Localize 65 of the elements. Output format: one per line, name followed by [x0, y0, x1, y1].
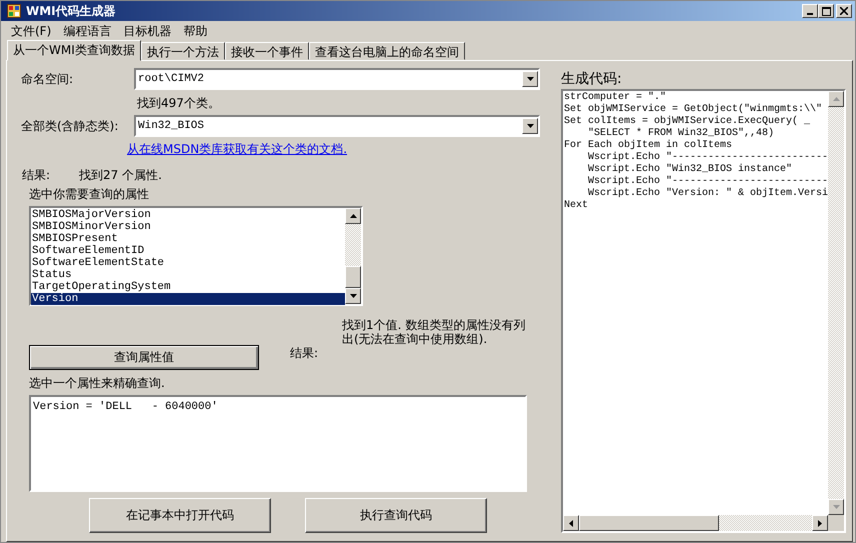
up-arrow-icon: [832, 97, 840, 101]
filter-input[interactable]: Version = 'DELL - 6040000': [29, 395, 527, 492]
scrollbar[interactable]: [345, 208, 361, 304]
namespace-dropdown[interactable]: root\CIMV2: [134, 68, 540, 90]
filter-label: 选中一个属性来精确查询.: [29, 376, 166, 390]
scrollbar[interactable]: [562, 515, 828, 531]
menu-item[interactable]: 目标机器: [117, 24, 178, 38]
scroll-thumb[interactable]: [345, 266, 361, 288]
close-button[interactable]: [836, 4, 852, 18]
code-line: Wscript.Echo "Version: " & objItem.Versi: [587, 188, 828, 200]
tab[interactable]: 从一个WMI类查询数据: [7, 40, 141, 61]
results-label: 结果:: [290, 346, 320, 360]
query-values-button[interactable]: 查询属性值: [29, 345, 259, 370]
field-label: 全部类(含静态类):: [20, 119, 120, 133]
down-arrow-icon: [350, 294, 356, 298]
code-line: Set objWMIService = GetObject("winmgmts:\\": [562, 104, 823, 116]
property-item[interactable]: TargetOperatingSystem: [31, 281, 345, 293]
tab[interactable]: 执行一个方法: [140, 42, 225, 60]
tab[interactable]: 接收一个事件: [224, 42, 309, 60]
action-button[interactable]: 在记事本中打开代码: [89, 498, 271, 533]
scroll-thumb[interactable]: [578, 515, 719, 531]
maximize-icon: [822, 6, 830, 16]
property-item[interactable]: SMBIOSMinorVersion: [31, 221, 345, 233]
close-icon: [840, 7, 848, 15]
minimize-button[interactable]: [802, 4, 818, 18]
code-line: Wscript.Echo "--------------------------: [586, 176, 828, 188]
msdn-link[interactable]: 从在线MSDN类库获取有关这个类的文档.: [127, 142, 348, 156]
classes-found-text: 找到497个类。: [137, 96, 221, 110]
class-dropdown[interactable]: Win32_BIOS: [134, 115, 540, 137]
menu-item[interactable]: 帮助: [177, 24, 214, 38]
property-item[interactable]: SoftwareElementState: [31, 257, 345, 269]
up-arrow-icon: [350, 214, 356, 218]
property-item[interactable]: Version: [31, 293, 345, 305]
code-line: Wscript.Echo "Win32_BIOS instance": [586, 164, 793, 176]
menu-item[interactable]: 编程语言: [57, 24, 118, 38]
down-arrow-icon: [832, 505, 840, 509]
property-item[interactable]: SMBIOSPresent: [31, 233, 345, 245]
code-label: 生成代码:: [560, 72, 623, 89]
results-label: 结果:: [22, 168, 52, 182]
code-line: Wscript.Echo "--------------------------: [586, 152, 828, 164]
left-arrow-icon: [568, 520, 573, 526]
code-line: Next: [562, 200, 589, 212]
field-label: 命名空间:: [20, 72, 74, 86]
dropdown-arrow-icon: [526, 124, 534, 128]
maximize-button[interactable]: [818, 4, 834, 18]
app-icon: [7, 4, 21, 18]
code-line: For Each objItem in colItems: [562, 140, 733, 152]
property-item[interactable]: SoftwareElementID: [31, 245, 345, 257]
scrollbar[interactable]: [828, 91, 844, 515]
code-line: "SELECT * FROM Win32_BIOS",,48): [586, 128, 775, 140]
results-text: 找到27 个属性.: [79, 168, 162, 182]
property-item[interactable]: SMBIOSMajorVersion: [31, 209, 345, 221]
scrollbar-corner: [828, 515, 844, 531]
dropdown-arrow-icon: [526, 77, 534, 81]
menu-item[interactable]: 文件(F): [5, 24, 58, 38]
right-arrow-icon: [818, 520, 822, 526]
code-line: strComputer = ".": [562, 92, 667, 104]
code-line: Set colItems = objWMIService.ExecQuery( _: [562, 116, 811, 128]
properties-label: 选中你需要查询的属性: [29, 187, 150, 201]
action-button[interactable]: 执行查询代码: [305, 498, 487, 533]
properties-list[interactable]: SMBIOSMajorVersion SMBIOSMinorVersion SMBIOSPresent SoftwareElementID SoftwareElementState Status TargetOperatingSystem Version: [29, 206, 363, 306]
property-item[interactable]: Status: [31, 269, 345, 281]
values-note: 找到1个值. 数组类型的属性没有列出(无法在查询中使用数组).: [342, 318, 526, 346]
window-title: WMI代码生成器: [26, 4, 117, 18]
tab[interactable]: 查看这台电脑上的命名空间: [308, 42, 465, 60]
